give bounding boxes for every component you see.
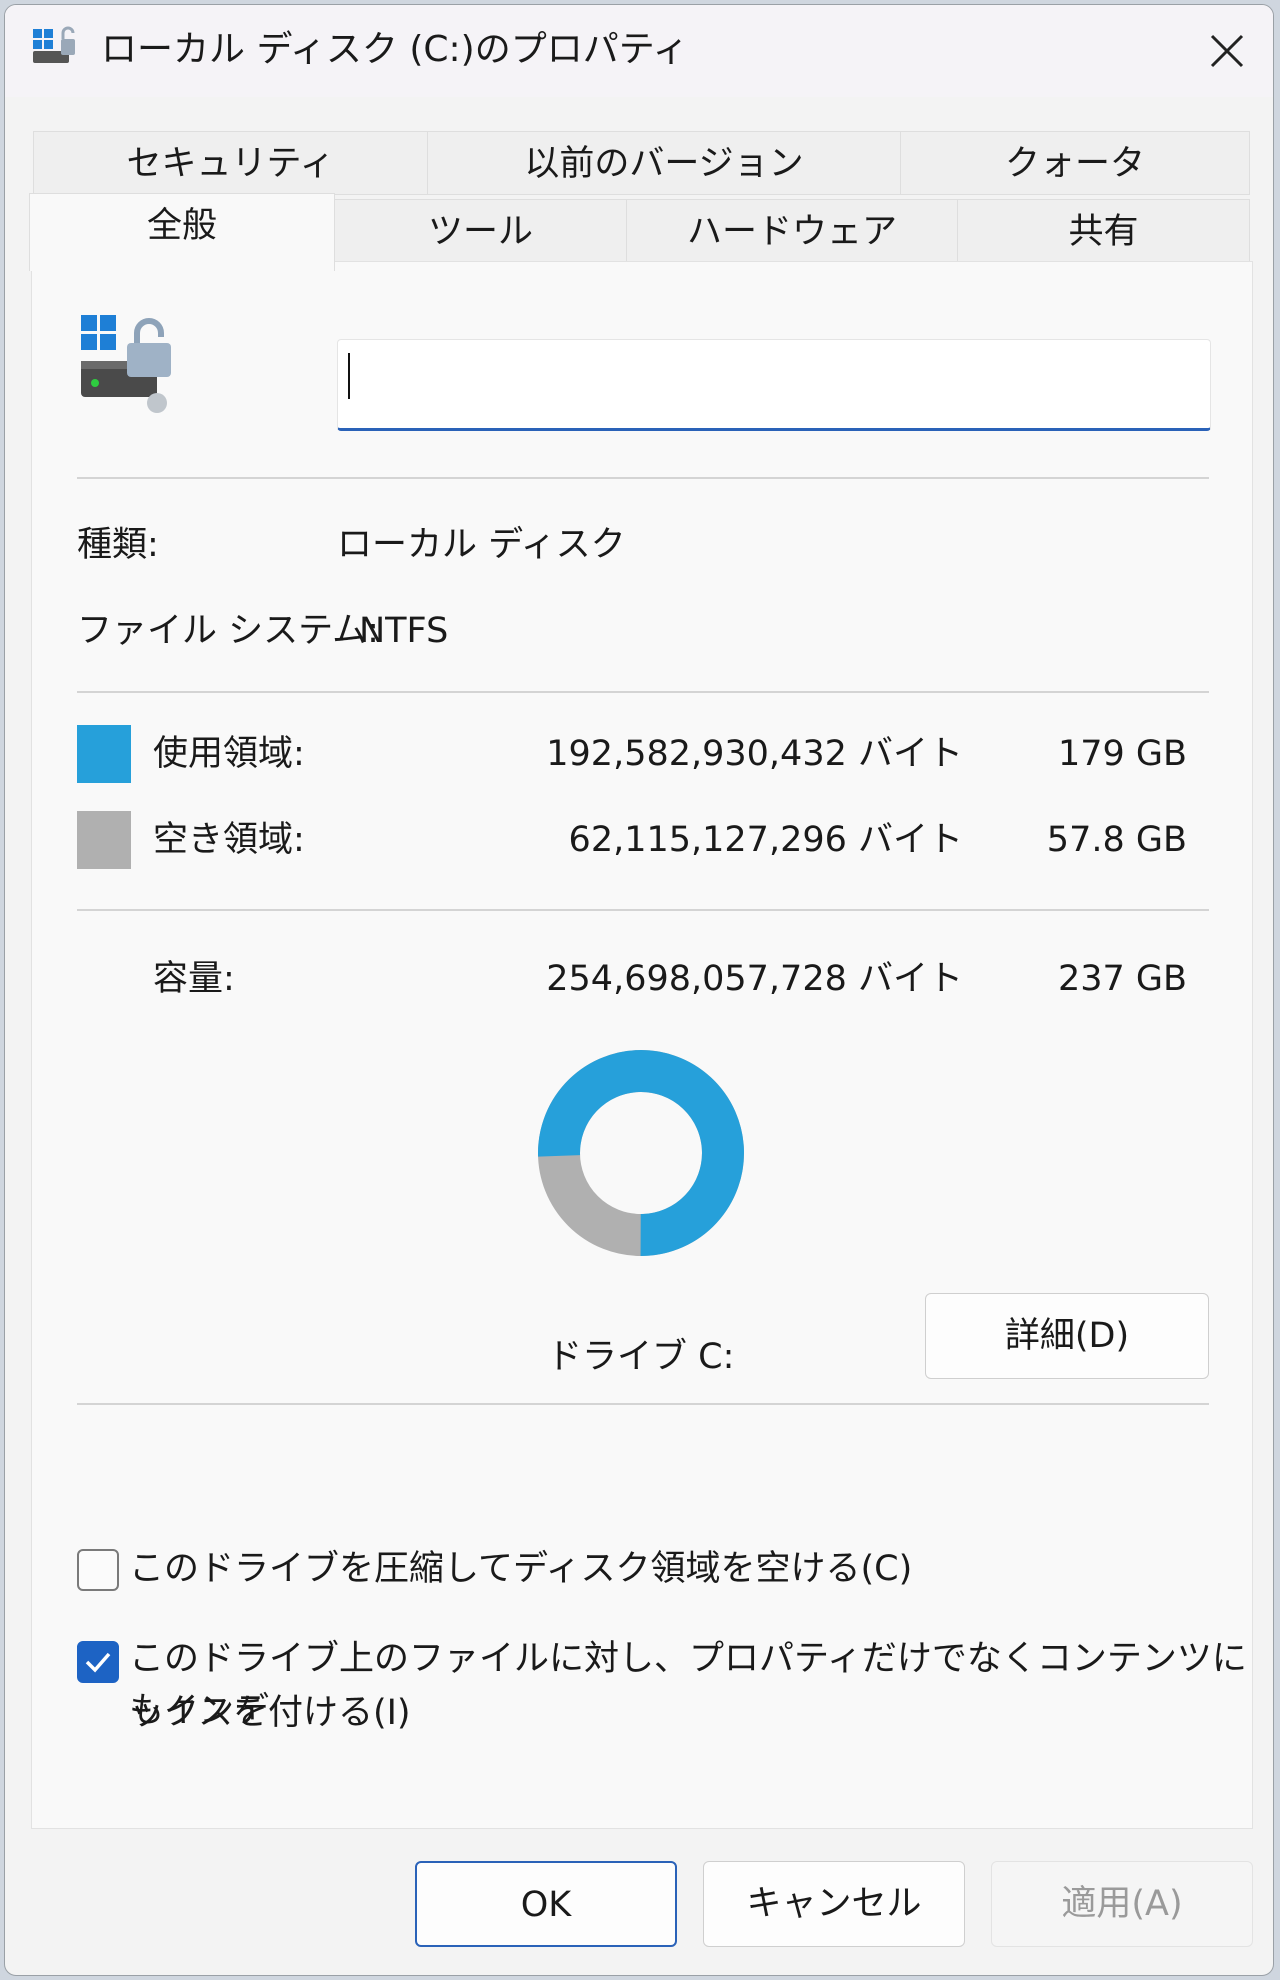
used-space-swatch <box>77 725 131 783</box>
cancel-button[interactable]: キャンセル <box>703 1861 965 1947</box>
type-value: ローカル ディスク <box>337 525 626 565</box>
window-title: ローカル ディスク (C:)のプロパティ <box>101 29 689 70</box>
free-space-swatch <box>77 811 131 869</box>
checkmark-icon <box>85 1652 111 1673</box>
usage-donut-chart <box>538 1050 744 1256</box>
capacity-bytes: 254,698,057,728 バイト <box>546 959 963 999</box>
used-space-bytes: 192,582,930,432 バイト <box>546 734 963 774</box>
tab-security[interactable]: セキュリティ <box>33 131 428 195</box>
compress-checkbox-label: このドライブを圧縮してディスク領域を空ける(C) <box>129 1549 913 1589</box>
index-checkbox[interactable] <box>77 1641 119 1683</box>
used-space-label: 使用領域: <box>153 734 305 774</box>
drive-lock-icon <box>81 315 171 413</box>
capacity-size: 237 GB <box>1057 959 1187 999</box>
separator <box>77 691 1209 693</box>
filesystem-value: NTFS <box>359 611 449 651</box>
separator <box>77 909 1209 911</box>
drive-label: ドライブ C: <box>547 1337 735 1377</box>
tab-quota[interactable]: クォータ <box>900 131 1250 195</box>
details-button[interactable]: 詳細(D) <box>925 1293 1209 1379</box>
index-checkbox-label-line2: ックスを付ける(I) <box>129 1693 411 1733</box>
ok-button[interactable]: OK <box>415 1861 677 1947</box>
compress-checkbox[interactable] <box>77 1549 119 1591</box>
separator <box>77 477 1209 479</box>
volume-label-input[interactable] <box>337 339 1211 431</box>
used-space-size: 179 GB <box>1057 734 1187 774</box>
drive-icon <box>33 26 75 63</box>
properties-window: ローカル ディスク (C:)のプロパティ セキュリティ 以前のバージョン クォー… <box>4 4 1274 1976</box>
type-label: 種類: <box>77 525 159 565</box>
tab-previous-versions[interactable]: 以前のバージョン <box>427 131 901 195</box>
close-button[interactable] <box>1181 5 1273 97</box>
tab-sharing[interactable]: 共有 <box>957 199 1250 263</box>
tab-hardware[interactable]: ハードウェア <box>626 199 958 263</box>
free-space-size: 57.8 GB <box>1046 820 1187 860</box>
free-space-label: 空き領域: <box>153 820 305 860</box>
title-bar: ローカル ディスク (C:)のプロパティ <box>5 5 1273 97</box>
free-space-bytes: 62,115,127,296 バイト <box>568 820 963 860</box>
text-caret <box>348 353 350 399</box>
tab-tools[interactable]: ツール <box>334 199 627 263</box>
separator <box>77 1403 1209 1405</box>
tab-general[interactable]: 全般 <box>29 193 335 271</box>
filesystem-label: ファイル システム: <box>77 611 379 651</box>
apply-button[interactable]: 適用(A) <box>991 1861 1253 1947</box>
capacity-label: 容量: <box>153 959 235 999</box>
close-icon <box>1210 34 1244 68</box>
